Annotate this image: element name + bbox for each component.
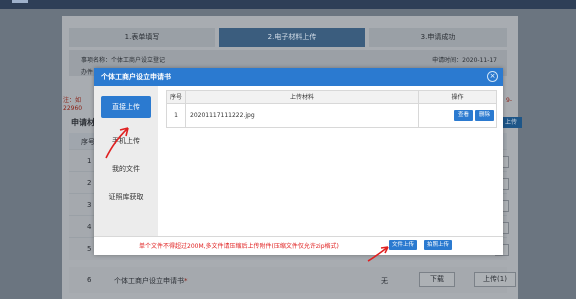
dialog-header: 个体工商户设立申请书 × — [94, 68, 503, 86]
delete-button[interactable]: 删除 — [475, 110, 495, 121]
table-row: 6 个体工商户设立申请书* 无 下载 上传(1) — [69, 267, 516, 293]
materials-section-title: 申请材 — [71, 118, 95, 127]
close-icon[interactable]: × — [487, 71, 498, 82]
upload-button-bg[interactable]: 上传 — [500, 117, 522, 128]
step-material-upload: 2.电子材料上传 — [219, 28, 365, 47]
download-button[interactable]: 下载 — [419, 272, 455, 287]
dialog-title: 个体工商户设立申请书 — [101, 73, 171, 81]
sidebar-item-license-library[interactable]: 证照库获取 — [101, 192, 151, 202]
file-upload-button[interactable]: 文件上传 — [389, 240, 418, 250]
view-button[interactable]: 查看 — [454, 110, 474, 121]
step-progress: 1.表单填写 2.电子材料上传 3.申请成功 — [69, 28, 507, 47]
column-header-seq: 序号 — [166, 90, 186, 104]
material-title: 个体工商户设立申请书* — [114, 277, 188, 285]
upload-limit-tip: 单个文件不得超过200M,多文件请压缩后上传附件(压缩文件仅允许zip格式) — [139, 243, 339, 250]
row-number: 6 — [87, 276, 92, 284]
step-apply-success: 3.申请成功 — [369, 28, 507, 47]
annotation-arrow-icon — [367, 246, 389, 262]
notice-text: 注：如 22960 — [63, 97, 83, 112]
notice-text-right: 9- — [506, 97, 512, 104]
apply-time: 申请时间：2020-11-17 — [432, 57, 497, 64]
row-number: 1 — [166, 104, 186, 128]
upload-dialog: 个体工商户设立申请书 × 直接上传 手机上传 我的文件 证照库获取 序号 上传材… — [94, 68, 503, 255]
file-actions: 查看 删除 — [418, 104, 497, 128]
material-status: 无 — [381, 277, 388, 285]
divider — [94, 236, 503, 237]
file-name: 20201117111222.jpg — [185, 104, 419, 128]
annotation-arrow-icon — [105, 127, 129, 159]
column-header-material: 上传材料 — [185, 90, 419, 104]
step-form-fill: 1.表单填写 — [69, 28, 215, 47]
top-navigation — [0, 0, 576, 9]
photo-upload-button[interactable]: 拍照上传 — [424, 240, 453, 250]
sidebar-item-my-files[interactable]: 我的文件 — [101, 164, 151, 174]
sidebar-item-direct-upload[interactable]: 直接上传 — [101, 96, 151, 118]
upload-count-button[interactable]: 上传(1) — [474, 272, 516, 287]
item-name: 事项名称：个体工商户设立登记 — [81, 57, 166, 64]
info-row-label: 办件 — [81, 69, 94, 76]
column-header-actions: 操作 — [418, 90, 497, 104]
nav-item-indicator — [12, 0, 28, 3]
